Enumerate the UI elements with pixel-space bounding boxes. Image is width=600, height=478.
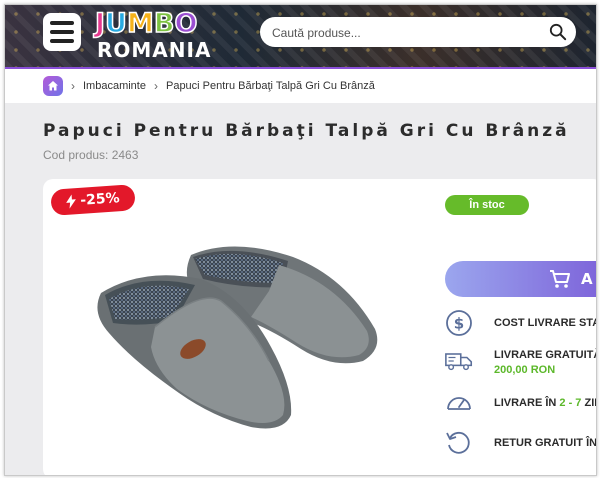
feature-shipping-cost: $ COST LIVRARE STAN bbox=[445, 309, 597, 339]
discount-badge: -25% bbox=[50, 184, 136, 216]
dollar-icon: $ bbox=[446, 310, 472, 336]
house-icon bbox=[48, 81, 58, 91]
hamburger-menu-button[interactable] bbox=[43, 13, 81, 51]
product-code: Cod produs: 2463 bbox=[43, 148, 139, 162]
breadcrumb-item-current: Papuci Pentru Bărbaţi Talpă Gri Cu Brânz… bbox=[165, 80, 375, 92]
cart-icon bbox=[550, 270, 570, 288]
feature-delivery-time: LIVRARE ÎN 2 - 7 ZIL bbox=[445, 389, 596, 419]
feature-free-delivery: LIVRARE GRATUITĂ 200,00 RON bbox=[445, 347, 597, 381]
search-input[interactable] bbox=[270, 22, 544, 44]
feature-free-delivery-text: LIVRARE GRATUITĂ bbox=[494, 349, 597, 361]
return-icon bbox=[446, 431, 470, 454]
feature-delivery-time-text: LIVRARE ÎN 2 - 7 ZIL bbox=[494, 397, 596, 409]
add-to-cart-button[interactable]: A bbox=[445, 261, 596, 297]
browser-viewport: JUMBO ROMANIA › Imbacaminte › Papuci Pen… bbox=[4, 4, 597, 476]
discount-value: -25% bbox=[79, 190, 121, 209]
feature-free-return-text: RETUR GRATUIT ÎN bbox=[494, 437, 597, 449]
feature-free-return: RETUR GRATUIT ÎN bbox=[445, 429, 597, 459]
stock-badge: În stoc bbox=[445, 195, 529, 215]
speedometer-icon bbox=[447, 397, 471, 410]
truck-icon bbox=[445, 353, 473, 371]
chevron-right-icon: › bbox=[71, 79, 75, 93]
feature-shipping-cost-text: COST LIVRARE STAN bbox=[494, 317, 597, 329]
product-card: -25% În stoc A $ COST LIVRARE STAN LIVRA… bbox=[43, 179, 597, 475]
hamburger-line bbox=[50, 30, 74, 34]
site-header: JUMBO ROMANIA bbox=[5, 5, 596, 67]
home-icon[interactable] bbox=[43, 76, 63, 96]
search-bar bbox=[260, 17, 576, 47]
site-logo[interactable]: JUMBO ROMANIA bbox=[94, 8, 225, 63]
lightning-icon bbox=[66, 194, 77, 209]
feature-free-delivery-threshold: 200,00 RON bbox=[494, 364, 556, 376]
breadcrumb: › Imbacaminte › Papuci Pentru Bărbaţi Ta… bbox=[5, 69, 596, 103]
hamburger-line bbox=[50, 21, 74, 25]
breadcrumb-item-imbacaminte[interactable]: Imbacaminte bbox=[83, 80, 146, 92]
page-title: Papuci Pentru Bărbaţi Talpă Gri Cu Brânz… bbox=[43, 121, 570, 141]
svg-text:$: $ bbox=[454, 315, 464, 333]
product-image[interactable] bbox=[83, 237, 383, 437]
search-icon[interactable] bbox=[549, 23, 567, 41]
hamburger-line bbox=[50, 39, 74, 43]
logo-romania: ROMANIA bbox=[97, 38, 212, 62]
logo-jumbo: JUMBO bbox=[94, 8, 198, 40]
add-to-cart-label: A bbox=[581, 270, 593, 288]
chevron-right-icon: › bbox=[153, 79, 158, 93]
